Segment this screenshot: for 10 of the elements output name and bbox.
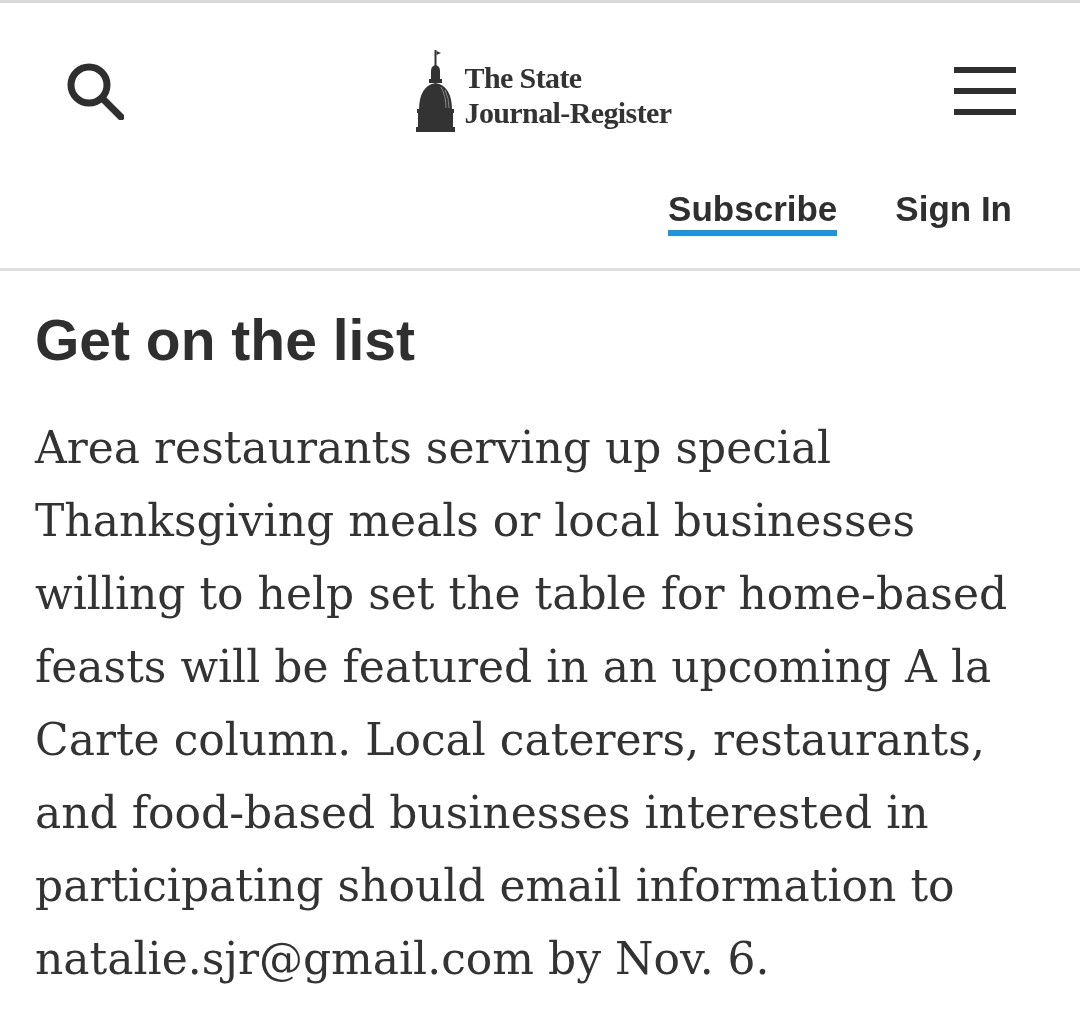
dome-icon (416, 49, 457, 132)
menu-button[interactable] (954, 66, 1016, 115)
subscribe-link[interactable]: Subscribe (668, 188, 838, 236)
search-icon (66, 61, 124, 120)
logo-link[interactable]: The State Journal-Register (416, 49, 672, 132)
section-heading: Get on the list (35, 307, 417, 373)
sign-in-link[interactable]: Sign In (895, 188, 1012, 236)
menu-icon (954, 66, 1016, 115)
search-button[interactable] (66, 61, 124, 120)
article-paragraph: Area restaurants serving up special Thanksgiving meals or local businesses willing to help set the table for home-based feasts will be featured in an upcoming A la Carte column. Local caterers, restaurants, and food-based businesses interested in participating should email information to natalie.sjr@gmail.com by Nov. 6. (35, 421, 1009, 986)
